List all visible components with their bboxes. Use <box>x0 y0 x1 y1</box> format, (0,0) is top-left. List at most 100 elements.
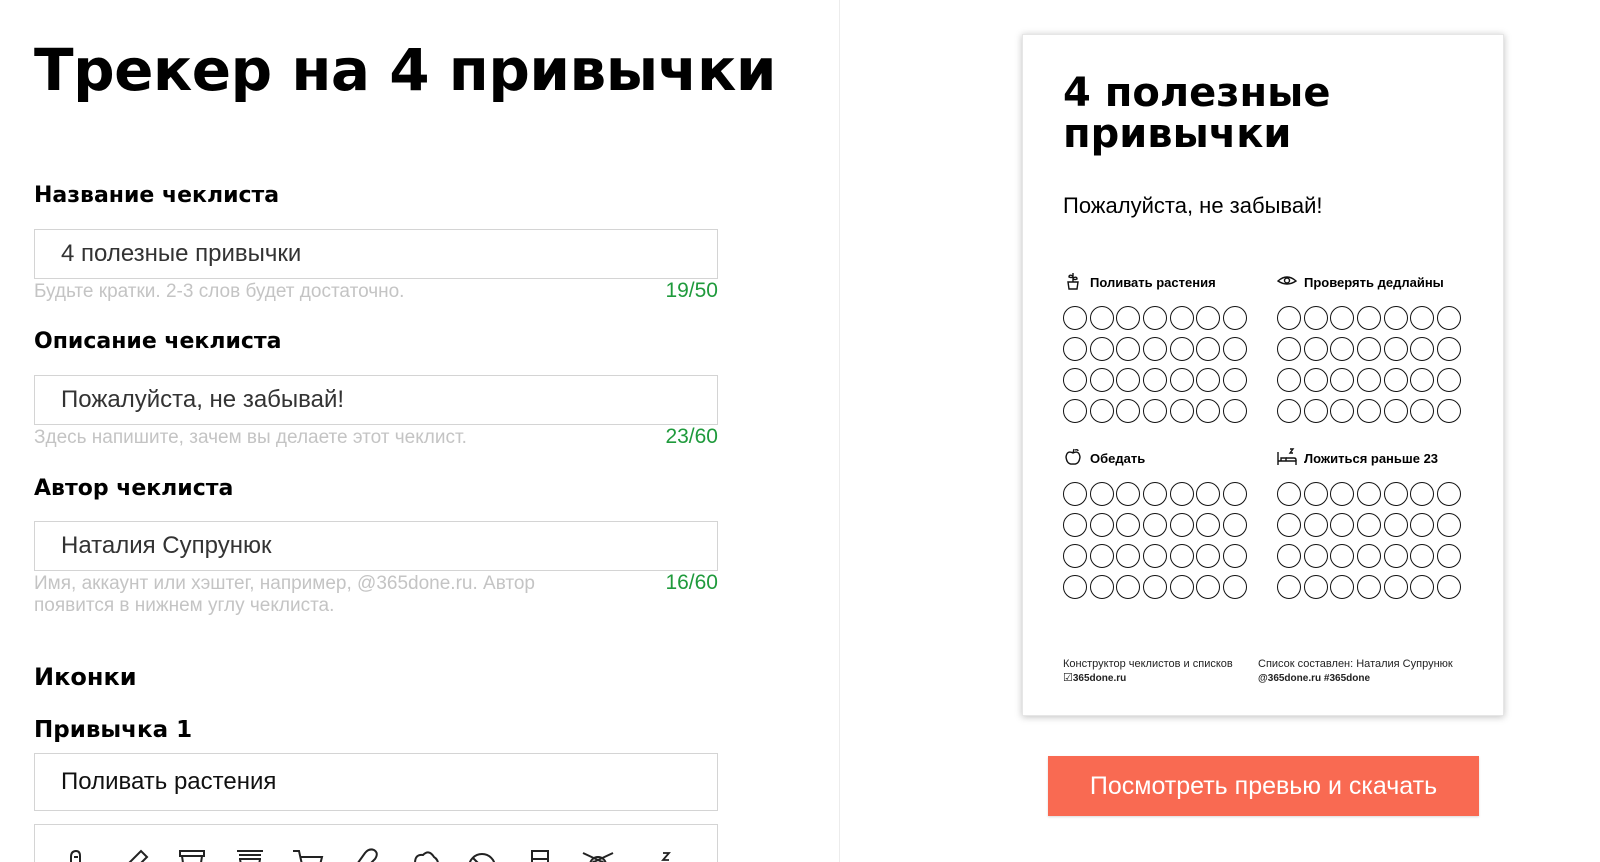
habit-day-circle <box>1383 513 1408 537</box>
habit-day-circle <box>1330 337 1355 361</box>
habit-day-circle <box>1383 482 1408 506</box>
habit-day-circle <box>1357 306 1382 330</box>
habit-day-circle <box>1116 368 1141 392</box>
bed-icon <box>1277 447 1297 467</box>
habit-day-circle <box>1196 337 1221 361</box>
habit-day-circle <box>1143 399 1168 423</box>
habit-1-input[interactable] <box>34 753 718 811</box>
habit-day-circle <box>1196 399 1221 423</box>
habit-day-circle <box>1169 544 1194 568</box>
preview-habit-circles <box>1063 306 1253 430</box>
habit-day-circle <box>1357 544 1382 568</box>
preview-footer-left: Конструктор чеклистов и списков ☑365done… <box>1063 657 1233 686</box>
habit-day-circle <box>1357 368 1382 392</box>
habit-day-circle <box>1143 513 1168 537</box>
coffee-cup-icon[interactable] <box>233 845 267 862</box>
habit-day-circle <box>1330 368 1355 392</box>
preview-footer-site: 365done.ru <box>1072 673 1127 684</box>
sleep-icon[interactable] <box>639 845 673 862</box>
habit-day-circle <box>1277 544 1301 568</box>
habit-day-circle <box>1223 544 1248 568</box>
habit-day-circle <box>1223 575 1248 599</box>
habit-day-circle <box>1410 337 1435 361</box>
habit-day-circle <box>1330 513 1355 537</box>
pill-icon[interactable] <box>349 845 383 862</box>
cart-icon[interactable] <box>291 845 325 862</box>
preview-habit-name: Поливать растения <box>1090 275 1216 290</box>
habit-day-circle <box>1063 399 1087 423</box>
habit-day-circle <box>1143 575 1168 599</box>
cup-icon[interactable] <box>175 845 209 862</box>
habit-day-circle <box>1303 399 1328 423</box>
habit-day-circle <box>1089 306 1114 330</box>
habit-day-circle <box>1089 513 1114 537</box>
habit-day-circle <box>1169 337 1194 361</box>
preview-footer-right: Список составлен: Наталия Супрунюк @365d… <box>1258 657 1453 686</box>
glass-icon[interactable] <box>523 845 557 862</box>
checklist-description-hint: Здесь напишите, зачем вы делаете этот че… <box>34 427 467 448</box>
habit-day-circle <box>1437 399 1462 423</box>
preview-habit-circles <box>1277 482 1467 606</box>
habit-day-circle <box>1437 306 1462 330</box>
habit-day-circle <box>1410 544 1435 568</box>
habit-day-circle <box>1223 368 1248 392</box>
pencil-icon[interactable] <box>117 845 151 862</box>
habit-day-circle <box>1169 399 1194 423</box>
checklist-title-input[interactable] <box>34 229 718 279</box>
habit-day-circle <box>1223 306 1248 330</box>
habit-day-circle <box>1089 482 1114 506</box>
cloud-icon[interactable] <box>407 845 441 862</box>
knitting-icon[interactable] <box>581 845 615 862</box>
habit-day-circle <box>1063 575 1087 599</box>
preview-habit-name: Обедать <box>1090 451 1146 466</box>
habit-day-circle <box>1277 513 1301 537</box>
habit-day-circle <box>1303 482 1328 506</box>
preview-description: Пожалуйста, не забывай! <box>1063 193 1323 218</box>
eye-icon <box>1276 271 1298 291</box>
checklist-author-counter: 16/60 <box>665 571 718 594</box>
checklist-author-label: Автор чеклиста <box>34 476 234 501</box>
checklist-description-label: Описание чеклиста <box>34 329 282 354</box>
habit-day-circle <box>1089 575 1114 599</box>
habit-day-circle <box>1383 399 1408 423</box>
icons-section-title: Иконки <box>34 663 137 691</box>
habit-day-circle <box>1303 306 1328 330</box>
hand-icon[interactable] <box>59 845 93 862</box>
habit-day-circle <box>1143 306 1168 330</box>
habit-day-circle <box>1169 482 1194 506</box>
habit-day-circle <box>1116 306 1141 330</box>
habit-day-circle <box>1196 544 1221 568</box>
habit-day-circle <box>1196 513 1221 537</box>
habit-day-circle <box>1063 482 1087 506</box>
habit-day-circle <box>1330 306 1355 330</box>
no-smoking-icon[interactable] <box>465 845 499 862</box>
habit-day-circle <box>1143 482 1168 506</box>
checklist-description-input[interactable] <box>34 375 718 425</box>
habit-day-circle <box>1277 482 1301 506</box>
habit-day-circle <box>1143 368 1168 392</box>
habit-day-circle <box>1089 368 1114 392</box>
preview-footer-tags: @365done.ru #365done <box>1258 673 1371 684</box>
habit-day-circle <box>1357 513 1382 537</box>
habit-day-circle <box>1383 368 1408 392</box>
habit-day-circle <box>1196 482 1221 506</box>
preview-and-download-button[interactable]: Посмотреть превью и скачать <box>1048 756 1479 816</box>
checklist-form: Трекер на 4 привычки Название чеклиста Б… <box>0 0 840 862</box>
habit-day-circle <box>1169 306 1194 330</box>
habit-day-circle <box>1303 544 1328 568</box>
habit-day-circle <box>1277 368 1301 392</box>
icon-picker <box>34 824 718 862</box>
habit-day-circle <box>1116 482 1141 506</box>
checklist-title-label: Название чеклиста <box>34 183 280 208</box>
habit-day-circle <box>1330 575 1355 599</box>
habit-day-circle <box>1063 368 1087 392</box>
habit-1-label: Привычка 1 <box>34 717 193 743</box>
habit-day-circle <box>1410 575 1435 599</box>
habit-day-circle <box>1437 575 1462 599</box>
habit-day-circle <box>1410 482 1435 506</box>
habit-day-circle <box>1169 368 1194 392</box>
habit-day-circle <box>1143 544 1168 568</box>
checklist-author-input[interactable] <box>34 521 718 571</box>
habit-day-circle <box>1277 575 1301 599</box>
habit-day-circle <box>1357 337 1382 361</box>
